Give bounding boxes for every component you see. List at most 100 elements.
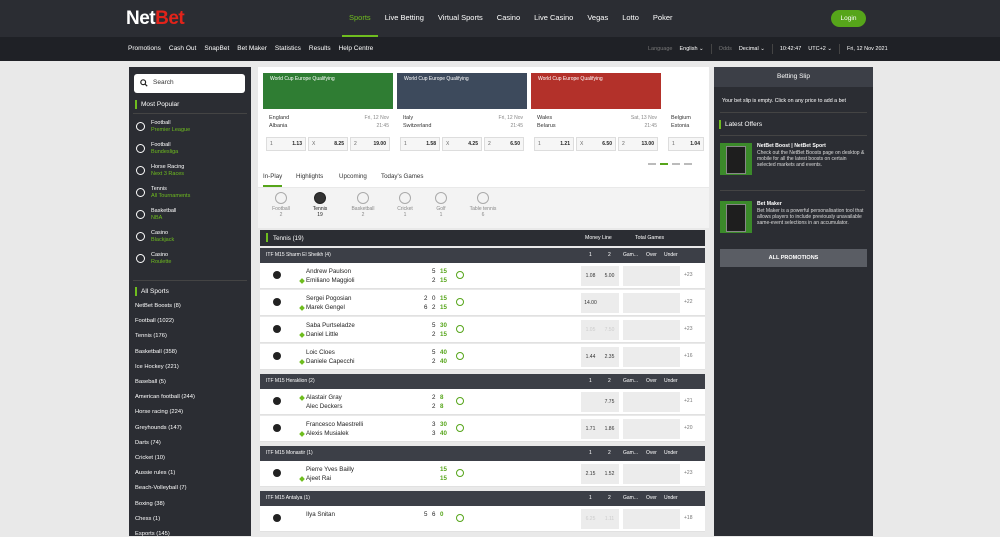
- sub-nav-snapbet[interactable]: SnapBet: [200, 37, 233, 61]
- match-row[interactable]: Loic Cloes Daniele Capecchi 5 40 2 40 1.44 2.35…: [260, 344, 705, 370]
- total-games-button[interactable]: [661, 392, 680, 412]
- total-games-button[interactable]: [623, 464, 642, 484]
- more-markets-link[interactable]: +22: [684, 299, 692, 305]
- group-header[interactable]: ITF M15 Sharm El Sheikh (4) 1 2 Gam... Over U…: [260, 248, 705, 263]
- more-markets-link[interactable]: +18: [684, 515, 692, 521]
- sub-nav-results[interactable]: Results: [305, 37, 335, 61]
- odds-button[interactable]: 1 1.13: [266, 137, 306, 151]
- total-games-button[interactable]: [661, 464, 680, 484]
- odds-button[interactable]: X 4.25: [442, 137, 482, 151]
- more-markets-link[interactable]: +23: [684, 470, 692, 476]
- sport-list-item[interactable]: NetBet Boosts (8): [135, 303, 181, 309]
- total-games-button[interactable]: [661, 266, 680, 286]
- total-games-button[interactable]: [642, 320, 661, 340]
- odds-1-button[interactable]: 1.44: [581, 347, 600, 367]
- sport-list-item[interactable]: Baseball (5): [135, 379, 166, 385]
- odds-2-button[interactable]: 7.50: [600, 320, 619, 340]
- total-games-button[interactable]: [661, 347, 680, 367]
- sub-nav-cash-out[interactable]: Cash Out: [165, 37, 200, 61]
- odds-2-button[interactable]: 1.11: [600, 509, 619, 529]
- sport-list-item[interactable]: Beach-Volleyball (7): [135, 485, 187, 491]
- odds-button[interactable]: 1 1.21: [534, 137, 574, 151]
- odds-2-button[interactable]: 2.35: [600, 347, 619, 367]
- odds-1-button[interactable]: 1.71: [581, 419, 600, 439]
- popular-item[interactable]: Casino Roulette: [136, 249, 246, 269]
- popular-item[interactable]: Tennis All Tournaments: [136, 183, 246, 203]
- more-markets-link[interactable]: +16: [684, 353, 692, 359]
- total-games-button[interactable]: [642, 419, 661, 439]
- sport-filter-cricket[interactable]: Cricket 1: [387, 192, 423, 218]
- odds-button[interactable]: 1 1.58: [400, 137, 440, 151]
- total-games-button[interactable]: [623, 293, 642, 313]
- sport-list-item[interactable]: Basketball (358): [135, 349, 177, 355]
- popular-item[interactable]: Horse Racing Next 3 Races: [136, 161, 246, 181]
- total-games-button[interactable]: [642, 347, 661, 367]
- odds-2-button[interactable]: 1.52: [600, 464, 619, 484]
- group-header[interactable]: ITF M15 Monastir (1) 1 2 Gam... Over Under: [260, 446, 705, 461]
- live-stats-icon[interactable]: [456, 424, 464, 432]
- main-nav-vegas[interactable]: Vegas: [580, 0, 615, 37]
- main-nav-poker[interactable]: Poker: [646, 0, 680, 37]
- match-row[interactable]: Saba Purtseladze Daniel Little 5 30 2 15 1.05 7…: [260, 317, 705, 343]
- group-header[interactable]: ITF M15 Antalya (1) 1 2 Gam... Over Under: [260, 491, 705, 506]
- sport-list-item[interactable]: Cricket (10): [135, 455, 165, 461]
- popular-item[interactable]: Basketball NBA: [136, 205, 246, 225]
- odds-2-button[interactable]: 7.75: [600, 392, 619, 412]
- tab-upcoming[interactable]: Upcoming: [339, 167, 367, 187]
- total-games-button[interactable]: [623, 419, 642, 439]
- more-markets-link[interactable]: +23: [684, 272, 692, 278]
- main-nav-casino[interactable]: Casino: [490, 0, 527, 37]
- match-row[interactable]: Francesco Maestrelli Alexis Musialek 3 30 3 4…: [260, 416, 705, 442]
- odds-1-button[interactable]: 1.08: [581, 266, 600, 286]
- total-games-button[interactable]: [623, 347, 642, 367]
- sport-list-item[interactable]: Ice Hockey (221): [135, 364, 179, 370]
- match-row[interactable]: Pierre Yves Bailly Ajeet Rai 15 15 2.15 1.52 +…: [260, 461, 705, 487]
- total-games-button[interactable]: [661, 320, 680, 340]
- odds-select[interactable]: Decimal ⌄: [739, 46, 765, 52]
- offer-item[interactable]: NetBet Boost | NetBet Sport Check out the…: [720, 143, 867, 201]
- total-games-button[interactable]: [661, 509, 680, 529]
- login-button[interactable]: Login: [831, 10, 866, 27]
- odds-2-button[interactable]: 1.86: [600, 419, 619, 439]
- tab-in-play[interactable]: In-Play: [263, 167, 283, 187]
- odds-1-button[interactable]: 2.15: [581, 464, 600, 484]
- total-games-button[interactable]: [642, 293, 661, 313]
- language-select[interactable]: English ⌄: [679, 46, 703, 52]
- more-markets-link[interactable]: +21: [684, 398, 692, 404]
- live-stats-icon[interactable]: [456, 298, 464, 306]
- more-markets-link[interactable]: +23: [684, 326, 692, 332]
- main-nav-sports[interactable]: Sports: [342, 0, 378, 37]
- main-nav-live-casino[interactable]: Live Casino: [527, 0, 580, 37]
- sub-nav-promotions[interactable]: Promotions: [124, 37, 165, 61]
- odds-button[interactable]: 2 19.00: [350, 137, 390, 151]
- featured-card[interactable]: World Cup Europe Qualifying Wales Belarus S…: [531, 71, 661, 159]
- featured-card[interactable]: World Cup Europe Qualifying England Albani…: [263, 71, 393, 159]
- odds-2-button[interactable]: [600, 293, 619, 313]
- timezone-select[interactable]: UTC+2 ⌄: [808, 46, 832, 52]
- sport-list-item[interactable]: Tennis (176): [135, 333, 167, 339]
- popular-item[interactable]: Football Premier League: [136, 117, 246, 137]
- odds-1-button[interactable]: 6.25: [581, 509, 600, 529]
- main-nav-lotto[interactable]: Lotto: [615, 0, 646, 37]
- sport-list-item[interactable]: Football (1022): [135, 318, 174, 324]
- sport-list-item[interactable]: Boxing (38): [135, 501, 165, 507]
- match-row[interactable]: Andrew Paulson Emiliano Maggioli 5 15 2 15 1.0…: [260, 263, 705, 289]
- popular-item[interactable]: Football Bundesliga: [136, 139, 246, 159]
- total-games-button[interactable]: [623, 509, 642, 529]
- live-stats-icon[interactable]: [456, 469, 464, 477]
- sport-list-item[interactable]: Esports (145): [135, 531, 170, 537]
- sport-filter-golf[interactable]: Golf 1: [423, 192, 459, 218]
- sub-nav-bet-maker[interactable]: Bet Maker: [233, 37, 271, 61]
- sport-filter-football[interactable]: Football 2: [263, 192, 299, 218]
- odds-1-button[interactable]: 1.05: [581, 320, 600, 340]
- live-stats-icon[interactable]: [456, 514, 464, 522]
- sport-list-item[interactable]: Darts (74): [135, 440, 161, 446]
- total-games-button[interactable]: [642, 509, 661, 529]
- sport-filter-tennis[interactable]: Tennis 19: [302, 192, 338, 218]
- sport-list-item[interactable]: Chess (1): [135, 516, 160, 522]
- sub-nav-statistics[interactable]: Statistics: [271, 37, 305, 61]
- main-nav-live-betting[interactable]: Live Betting: [378, 0, 431, 37]
- odds-1-button[interactable]: [581, 392, 600, 412]
- offer-item[interactable]: Bet Maker Bet Maker is a powerful persona…: [720, 201, 867, 259]
- main-nav-virtual-sports[interactable]: Virtual Sports: [431, 0, 490, 37]
